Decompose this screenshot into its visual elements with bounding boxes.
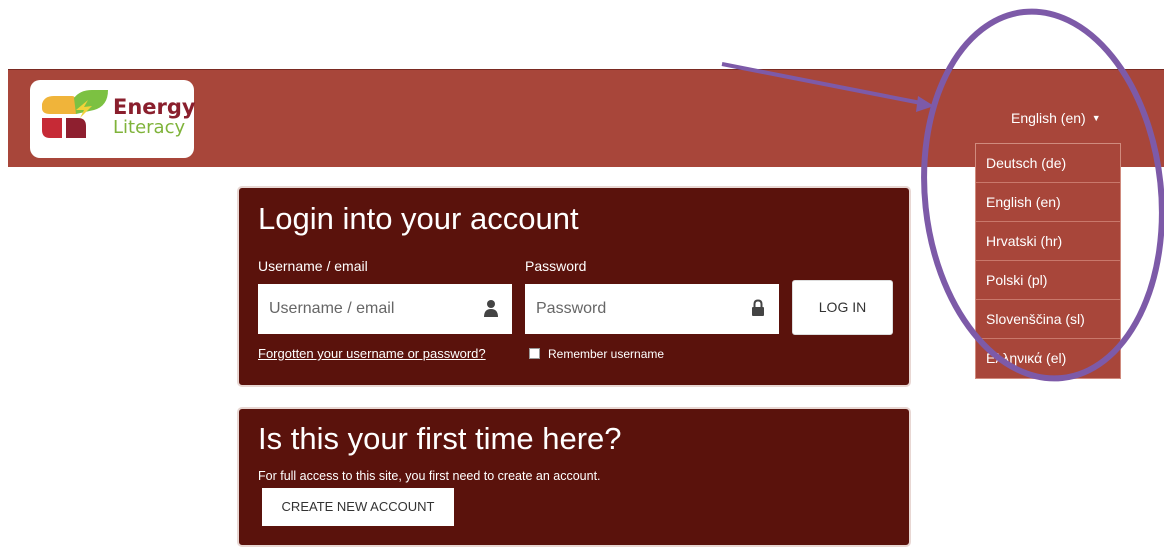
password-input[interactable] <box>534 299 708 319</box>
username-input[interactable] <box>267 299 441 319</box>
logo-icon <box>42 90 108 138</box>
language-option-hr[interactable]: Hrvatski (hr) <box>976 222 1120 261</box>
signup-title: Is this your first time here? <box>258 421 622 456</box>
language-option-pl[interactable]: Polski (pl) <box>976 261 1120 300</box>
language-dropdown: Deutsch (de) English (en) Hrvatski (hr) … <box>975 143 1121 379</box>
password-field[interactable] <box>525 284 779 334</box>
login-card: Login into your account Username / email… <box>237 186 911 387</box>
language-option-en[interactable]: English (en) <box>976 183 1120 222</box>
login-button[interactable]: LOG IN <box>792 280 893 335</box>
user-icon <box>484 300 498 317</box>
remember-username[interactable]: Remember username <box>529 347 664 361</box>
remember-checkbox[interactable] <box>529 348 540 359</box>
language-option-sl[interactable]: Slovenščina (sl) <box>976 300 1120 339</box>
logo-literacy-text: Literacy <box>113 117 186 138</box>
language-option-de[interactable]: Deutsch (de) <box>976 144 1120 183</box>
username-field[interactable] <box>258 284 512 334</box>
language-selector[interactable]: English (en) ▼ <box>1011 110 1101 126</box>
password-label: Password <box>525 258 587 274</box>
logo-energy-text: Energy <box>113 95 196 119</box>
remember-label: Remember username <box>548 347 665 361</box>
lock-icon <box>752 299 764 316</box>
username-label: Username / email <box>258 258 368 274</box>
create-account-button[interactable]: CREATE NEW ACCOUNT <box>262 488 454 526</box>
forgot-password-link[interactable]: Forgotten your username or password? <box>258 346 486 361</box>
signup-info: For full access to this site, you first … <box>258 469 601 483</box>
login-title: Login into your account <box>258 201 579 236</box>
caret-down-icon: ▼ <box>1091 113 1101 123</box>
site-logo[interactable]: Energy Literacy <box>30 80 196 158</box>
signup-card: Is this your first time here? For full a… <box>237 407 911 547</box>
current-language: English (en) <box>1011 110 1086 126</box>
language-option-el[interactable]: Ελληνικά (el) <box>976 339 1120 378</box>
